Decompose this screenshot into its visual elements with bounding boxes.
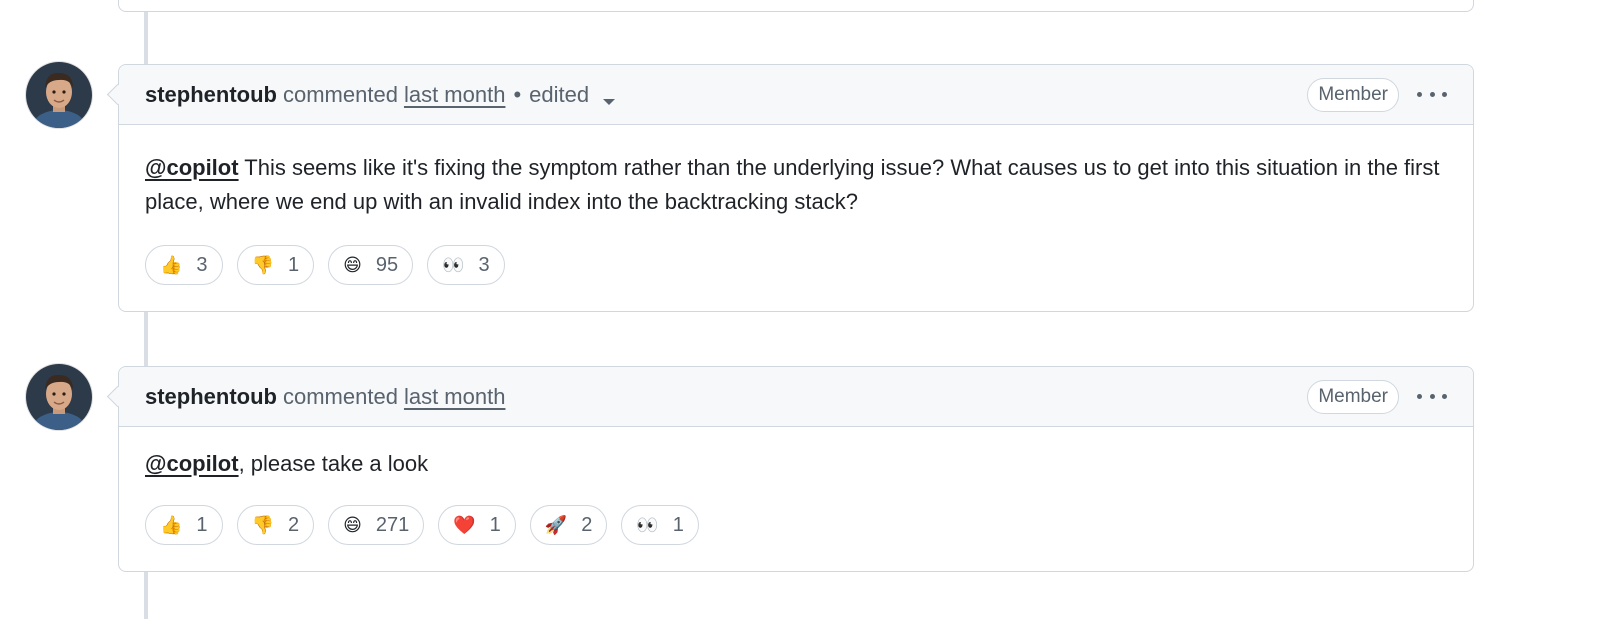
comment-author[interactable]: stephentoub (145, 384, 277, 410)
reaction-count: 1 (287, 254, 300, 276)
thumbs-down-icon: 👎 (251, 515, 274, 535)
more-options-icon[interactable] (1417, 387, 1447, 407)
reaction-count: 2 (287, 514, 300, 536)
comment-card: stephentoub commented last month Member … (118, 366, 1474, 572)
reaction-heart[interactable]: ❤️ 1 (438, 505, 516, 545)
laugh-icon: 😄 (343, 515, 362, 535)
comment-text-content: , please take a look (238, 451, 429, 476)
comment-timestamp[interactable]: last month (404, 384, 506, 410)
reaction-count: 95 (375, 254, 399, 276)
member-badge: Member (1307, 379, 1399, 414)
separator-dot: • (513, 81, 522, 107)
reaction-laugh[interactable]: 😄 271 (328, 505, 425, 545)
mention-link[interactable]: @copilot (145, 451, 239, 476)
mention-link[interactable]: @copilot (145, 155, 239, 180)
avatar-image (26, 364, 92, 430)
caret-down-icon (603, 98, 616, 105)
reaction-thumbs-down[interactable]: 👎 1 (236, 245, 315, 285)
rocket-icon: 🚀 (544, 515, 568, 535)
comment-body: @copilot, please take a look 👍 1 👎 2 😄 271 … (119, 427, 1473, 571)
member-badge: Member (1307, 77, 1399, 112)
reaction-count: 1 (489, 514, 501, 536)
reaction-count: 1 (672, 514, 684, 536)
reactions-bar: 👍 3 👎 1 😄 95 👀 3 (145, 245, 1447, 285)
avatar[interactable] (26, 364, 92, 430)
reactions-bar: 👍 1 👎 2 😄 271 ❤️ 1 🚀 2 👀 1 (145, 505, 1447, 545)
avatar[interactable] (26, 62, 92, 128)
reaction-thumbs-up[interactable]: 👍 1 (145, 505, 223, 545)
reaction-count: 2 (581, 514, 593, 536)
eyes-icon: 👀 (442, 255, 465, 275)
reaction-count: 1 (196, 514, 208, 536)
reaction-eyes[interactable]: 👀 1 (621, 505, 699, 545)
comment-action: commented (283, 383, 398, 409)
heart-icon: ❤️ (453, 515, 476, 535)
comment-author[interactable]: stephentoub (145, 82, 277, 108)
comment-text: @copilot This seems like it's fixing the… (145, 151, 1447, 219)
eyes-icon: 👀 (636, 515, 659, 535)
previous-comment-box (118, 0, 1474, 12)
reaction-laugh[interactable]: 😄 95 (328, 245, 414, 285)
thumbs-up-icon: 👍 (160, 515, 183, 535)
thumbs-up-icon: 👍 (160, 255, 183, 275)
comment-header: stephentoub commented last month Member (119, 367, 1473, 427)
reaction-count: 271 (375, 514, 410, 536)
comment-text: @copilot, please take a look (145, 447, 1447, 481)
thumbs-down-icon: 👎 (251, 255, 274, 275)
reaction-thumbs-up[interactable]: 👍 3 (145, 245, 223, 285)
comment-text-content: This seems like it's fixing the symptom … (145, 155, 1440, 214)
comment-header: stephentoub commented last month • edite… (119, 65, 1473, 125)
comment-timestamp[interactable]: last month (404, 82, 506, 108)
comment-action: commented (283, 81, 398, 107)
more-options-icon[interactable] (1417, 85, 1447, 105)
avatar-image (26, 62, 92, 128)
comment-card: stephentoub commented last month • edite… (118, 64, 1474, 312)
reaction-count: 3 (196, 254, 208, 276)
reaction-count: 3 (478, 254, 490, 276)
reaction-eyes[interactable]: 👀 3 (427, 245, 505, 285)
reaction-rocket[interactable]: 🚀 2 (529, 505, 608, 545)
comment-body: @copilot This seems like it's fixing the… (119, 125, 1473, 311)
reaction-thumbs-down[interactable]: 👎 2 (236, 505, 315, 545)
edited-label: edited (529, 81, 590, 107)
edited-dropdown[interactable]: edited (529, 81, 616, 108)
laugh-icon: 😄 (343, 255, 362, 275)
